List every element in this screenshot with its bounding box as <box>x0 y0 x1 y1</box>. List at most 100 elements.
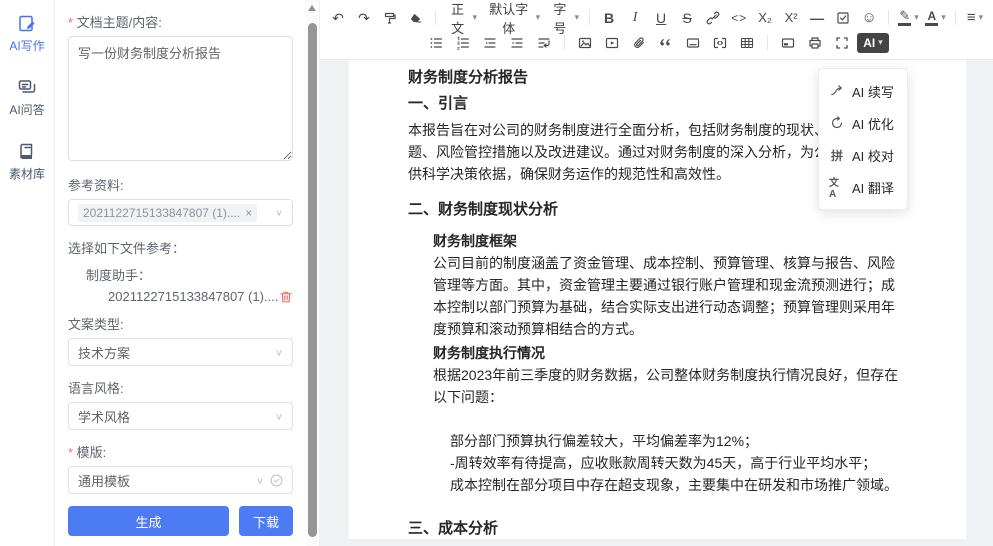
sidebar-item-ai-qa[interactable]: AI问答 <box>9 78 44 118</box>
italic-button[interactable]: I <box>623 6 647 29</box>
divider-button[interactable] <box>681 31 705 54</box>
highlight-pen-icon: ✎ <box>898 9 911 26</box>
underline-button[interactable]: U <box>649 6 673 29</box>
horizontal-rule-button[interactable]: — <box>805 6 829 29</box>
emoji-button[interactable]: ☺ <box>857 6 881 29</box>
ai-translate-icon: 文A <box>829 174 845 200</box>
outdent-button[interactable] <box>478 31 502 54</box>
ai-menu-button[interactable]: AI▾ <box>857 33 889 53</box>
left-nav: AI写作 AI问答 素材库 <box>0 0 55 546</box>
menu-item-ai-continue[interactable]: AI 续写 <box>819 75 907 107</box>
assistant-label: 制度助手： <box>68 265 293 284</box>
link-button[interactable] <box>701 6 725 29</box>
highlight-color-button[interactable]: ✎ ▾ <box>896 6 921 29</box>
code-block-button[interactable] <box>708 31 732 54</box>
sidebar-item-material-library[interactable]: 素材库 <box>9 142 45 182</box>
chevron-down-icon: ▾ <box>941 12 946 23</box>
template-label: 模版: <box>68 442 293 461</box>
chevron-down-icon: ∨ <box>256 475 264 485</box>
paragraph: 根据2023年前三季度的财务数据，公司整体财务制度执行情况良好，但存在以下问题： <box>408 364 908 408</box>
scroll-up-arrow-icon[interactable] <box>308 5 316 11</box>
delete-file-icon[interactable] <box>279 290 293 304</box>
undo-button[interactable]: ↶ <box>326 6 350 29</box>
style-label: 语言风格: <box>68 378 293 397</box>
sidebar-item-label: 素材库 <box>9 165 45 182</box>
superscript-icon: X² <box>785 10 798 25</box>
circle-check-icon <box>270 474 283 487</box>
clear-format-button[interactable] <box>404 6 428 29</box>
align-button[interactable]: ≡▾ <box>963 6 987 29</box>
remove-tag-icon[interactable]: × <box>245 206 252 220</box>
format-painter-button[interactable] <box>378 6 402 29</box>
style-select[interactable]: 学术风格 ∨ <box>68 402 293 430</box>
material-library-icon <box>17 142 37 162</box>
outdent-icon <box>483 36 497 50</box>
menu-item-label: AI 翻译 <box>852 178 894 197</box>
subscript-button[interactable]: X₂ <box>753 6 777 29</box>
editor-content-area: 财务制度分析报告 一、引言 本报告旨在对公司的财务制度进行全面分析，包括财务制度… <box>320 60 993 546</box>
editor: ↶ ↷ 正文▾ 默认字体▾ 字号▾ B I U S <box>320 0 993 546</box>
chevron-down-icon: ▾ <box>472 12 477 23</box>
task-list-button[interactable] <box>831 6 855 29</box>
template-select[interactable]: 通用模板 ∨ <box>68 466 293 494</box>
font-family-select[interactable]: 默认字体▾ <box>482 6 543 29</box>
menu-item-label: AI 续写 <box>852 82 894 101</box>
blockquote-icon <box>659 36 673 50</box>
copy-type-value: 技术方案 <box>78 343 275 362</box>
redo-button[interactable]: ↷ <box>352 6 376 29</box>
generate-button[interactable]: 生成 <box>68 506 229 536</box>
menu-item-ai-optimize[interactable]: AI 优化 <box>819 107 907 139</box>
panel-scrollbar[interactable] <box>305 0 320 546</box>
topic-textarea[interactable]: 写一份财务制度分析报告 <box>68 36 293 161</box>
insert-table-button[interactable] <box>735 31 759 54</box>
writing-form-panel: 文档主题/内容: 写一份财务制度分析报告 参考资料: 2021122715133… <box>55 0 305 546</box>
subscript-icon: X₂ <box>758 10 772 25</box>
panel-icon <box>781 36 795 50</box>
menu-item-label: AI 校对 <box>852 146 894 165</box>
format-painter-icon <box>383 11 397 25</box>
align-icon: ≡ <box>967 9 976 26</box>
divider-icon <box>686 36 700 50</box>
file-reference-row: 2021122715133847807 (1).... <box>68 289 293 304</box>
reference-select[interactable]: 2021122715133847807 (1).... × ∨ <box>68 199 293 227</box>
insert-video-button[interactable] <box>600 31 624 54</box>
toolbar-row-1: ↶ ↷ 正文▾ 默认字体▾ 字号▾ B I U S <box>326 5 987 30</box>
menu-item-ai-translate[interactable]: 文A AI 翻译 <box>819 171 907 203</box>
sidebar-item-ai-writing[interactable]: AI写作 <box>9 14 44 54</box>
superscript-button[interactable]: X² <box>779 6 803 29</box>
attachment-button[interactable] <box>627 31 651 54</box>
copy-type-select[interactable]: 技术方案 ∨ <box>68 338 293 366</box>
bold-icon: B <box>604 10 614 26</box>
bullet-list-icon <box>429 36 443 50</box>
fullscreen-icon <box>835 36 849 50</box>
chevron-down-icon: ▾ <box>878 37 883 48</box>
print-button[interactable] <box>803 31 827 54</box>
scrollbar-thumb[interactable] <box>308 23 317 537</box>
ai-dropdown-menu: AI 续写 AI 优化 拼 AI 校对 文A AI 翻译 <box>818 68 908 210</box>
paragraph-style-select[interactable]: 正文▾ <box>443 6 480 29</box>
ai-optimize-icon <box>829 116 845 130</box>
menu-item-ai-proofread[interactable]: 拼 AI 校对 <box>819 139 907 171</box>
file-section-label: 选择如下文件参考： <box>68 238 293 257</box>
bullet-list-button[interactable] <box>424 31 448 54</box>
font-color-button[interactable]: A ▾ <box>923 6 948 29</box>
chevron-down-icon: ▾ <box>536 12 541 23</box>
strikethrough-button[interactable]: S <box>675 6 699 29</box>
ordered-list-button[interactable] <box>451 31 475 54</box>
indent-button[interactable] <box>505 31 529 54</box>
line-break-button[interactable] <box>532 31 556 54</box>
fullscreen-button[interactable] <box>830 31 854 54</box>
download-button[interactable]: 下载 <box>239 506 293 536</box>
insert-image-button[interactable] <box>573 31 597 54</box>
font-size-select[interactable]: 字号▾ <box>545 6 582 29</box>
bold-button[interactable]: B <box>597 6 621 29</box>
ai-qa-icon <box>17 78 37 98</box>
template-value: 通用模板 <box>78 471 256 490</box>
side-panel-button[interactable] <box>776 31 800 54</box>
file-name: 2021122715133847807 (1).... <box>108 289 279 304</box>
form-actions: 生成 下载 <box>68 506 293 536</box>
blockquote-button[interactable] <box>654 31 678 54</box>
inline-code-button[interactable]: <> <box>727 6 751 29</box>
italic-icon: I <box>633 10 638 26</box>
ai-button-label: AI <box>863 36 875 50</box>
